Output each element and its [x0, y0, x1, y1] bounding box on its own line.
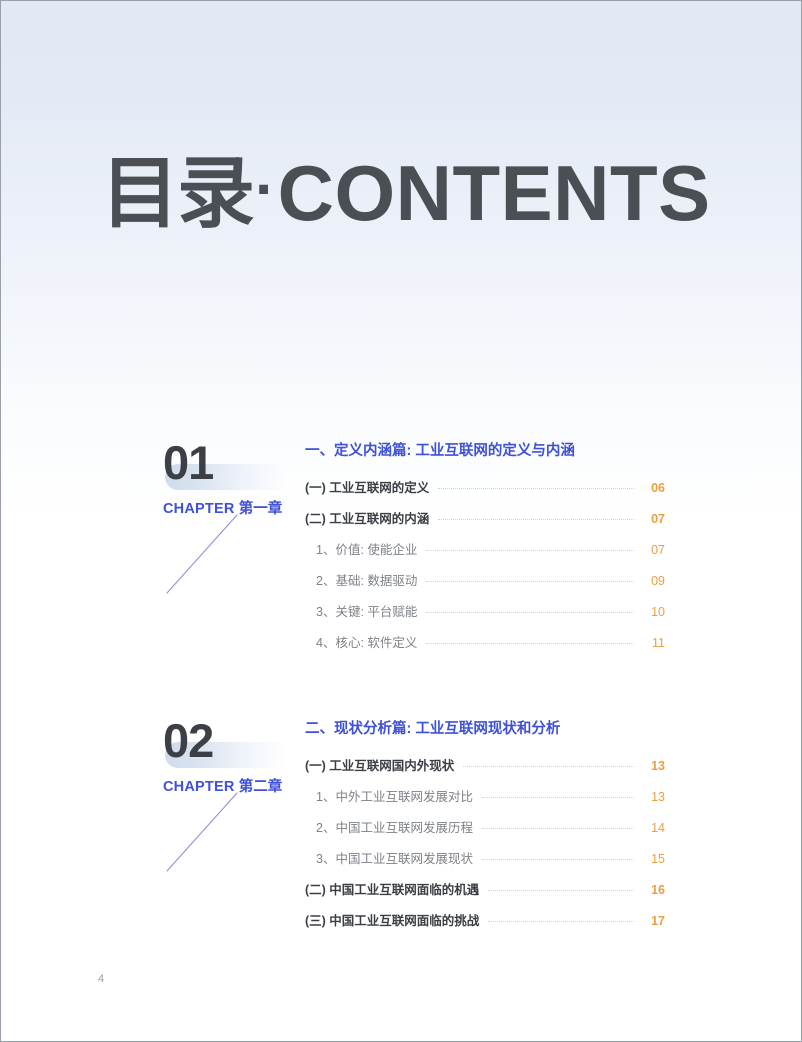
- toc-entry[interactable]: 1、价值: 使能企业 07: [305, 539, 665, 570]
- page-title: 目录·CONTENTS: [101, 152, 711, 235]
- dot-leader: [488, 889, 634, 891]
- dot-leader: [426, 549, 634, 551]
- toc-entry-title: 2、基础: 数据驱动: [316, 574, 418, 588]
- dot-leader: [488, 920, 634, 922]
- chapter-02-number: 02: [163, 714, 214, 767]
- toc-entry[interactable]: (二) 工业互联网的内涵 07: [305, 508, 665, 539]
- dot-leader: [481, 796, 634, 798]
- dot-leader: [426, 611, 634, 613]
- page-title-en: CONTENTS: [277, 149, 711, 237]
- toc-entry-page: 16: [651, 883, 665, 897]
- decorative-diagonal-line-icon: [166, 514, 238, 594]
- toc-entry-title: (二) 工业互联网的内涵: [305, 512, 430, 526]
- dot-leader: [426, 642, 634, 644]
- toc-entry-page: 17: [651, 914, 665, 928]
- page-number: 4: [98, 973, 105, 985]
- dot-leader: [438, 487, 634, 489]
- toc-entry-page: 14: [651, 821, 665, 835]
- toc-entry-title: 4、核心: 软件定义: [316, 636, 418, 650]
- toc-entry-title: 3、关键: 平台赋能: [316, 605, 418, 619]
- toc-entry[interactable]: (一) 工业互联网国内外现状 13: [305, 755, 665, 786]
- dot-leader: [463, 765, 634, 767]
- toc-entry-page: 13: [651, 790, 665, 804]
- toc-entry-title: 1、价值: 使能企业: [316, 543, 418, 557]
- toc-entry-title: 1、中外工业互联网发展对比: [316, 790, 473, 804]
- chapter-02-content: 二、现状分析篇: 工业互联网现状和分析 (一) 工业互联网国内外现状 13 1、…: [305, 717, 665, 941]
- page-title-cn: 目录: [101, 149, 255, 237]
- toc-entry[interactable]: 2、基础: 数据驱动 09: [305, 570, 665, 601]
- toc-entry-title: 2、中国工业互联网发展历程: [316, 821, 473, 835]
- chapter-01-number-wrap: 01: [163, 436, 298, 490]
- toc-entry-list-01: (一) 工业互联网的定义 06 (二) 工业互联网的内涵 07 1、价值: 使能…: [305, 477, 665, 663]
- toc-entry-page: 06: [651, 481, 665, 495]
- chapter-02-label-cn: 第二章: [238, 779, 283, 795]
- chapter-01-content: 一、定义内涵篇: 工业互联网的定义与内涵 (一) 工业互联网的定义 06 (二)…: [305, 439, 665, 663]
- toc-entry-page: 09: [651, 574, 665, 588]
- toc-entry[interactable]: (一) 工业互联网的定义 06: [305, 477, 665, 508]
- toc-entry-title: (二) 中国工业互联网面临的机遇: [305, 883, 480, 897]
- dot-leader: [481, 827, 634, 829]
- toc-entry-page: 13: [651, 759, 665, 773]
- chapter-01-marker: 01 CHAPTER 第一章: [163, 436, 298, 594]
- toc-entry[interactable]: 1、中外工业互联网发展对比 13: [305, 786, 665, 817]
- toc-entry-title: (一) 工业互联网的定义: [305, 481, 430, 495]
- toc-entry-page: 07: [651, 512, 665, 526]
- toc-entry-page: 11: [652, 636, 665, 650]
- toc-entry[interactable]: 3、中国工业互联网发展现状 15: [305, 848, 665, 879]
- toc-entry[interactable]: 2、中国工业互联网发展历程 14: [305, 817, 665, 848]
- chapter-02-marker: 02 CHAPTER 第二章: [163, 714, 298, 872]
- dot-leader: [426, 580, 634, 582]
- section-heading-02[interactable]: 二、现状分析篇: 工业互联网现状和分析: [305, 717, 665, 738]
- toc-entry[interactable]: (二) 中国工业互联网面临的机遇 16: [305, 879, 665, 910]
- page-title-separator: ·: [255, 155, 276, 224]
- chapter-01-number: 01: [163, 436, 214, 489]
- toc-entry-title: 3、中国工业互联网发展现状: [316, 852, 473, 866]
- toc-entry-page: 07: [651, 543, 665, 557]
- decorative-diagonal-line-icon: [166, 792, 238, 872]
- dot-leader: [438, 518, 634, 520]
- toc-entry-list-02: (一) 工业互联网国内外现状 13 1、中外工业互联网发展对比 13 2、中国工…: [305, 755, 665, 941]
- toc-entry[interactable]: 3、关键: 平台赋能 10: [305, 601, 665, 632]
- chapter-02-number-wrap: 02: [163, 714, 298, 768]
- toc-entry-page: 15: [651, 852, 665, 866]
- toc-entry[interactable]: 4、核心: 软件定义 11: [305, 632, 665, 663]
- section-heading-01[interactable]: 一、定义内涵篇: 工业互联网的定义与内涵: [305, 439, 665, 460]
- toc-entry-page: 10: [651, 605, 665, 619]
- chapter-01-label-cn: 第一章: [238, 501, 283, 517]
- dot-leader: [481, 858, 634, 860]
- toc-entry-title: (一) 工业互联网国内外现状: [305, 759, 455, 773]
- toc-entry[interactable]: (三) 中国工业互联网面临的挑战 17: [305, 910, 665, 941]
- toc-page: 目录·CONTENTS 01 CHAPTER 第一章 一、定义内涵篇: 工业互联…: [0, 0, 802, 1042]
- toc-entry-title: (三) 中国工业互联网面临的挑战: [305, 914, 480, 928]
